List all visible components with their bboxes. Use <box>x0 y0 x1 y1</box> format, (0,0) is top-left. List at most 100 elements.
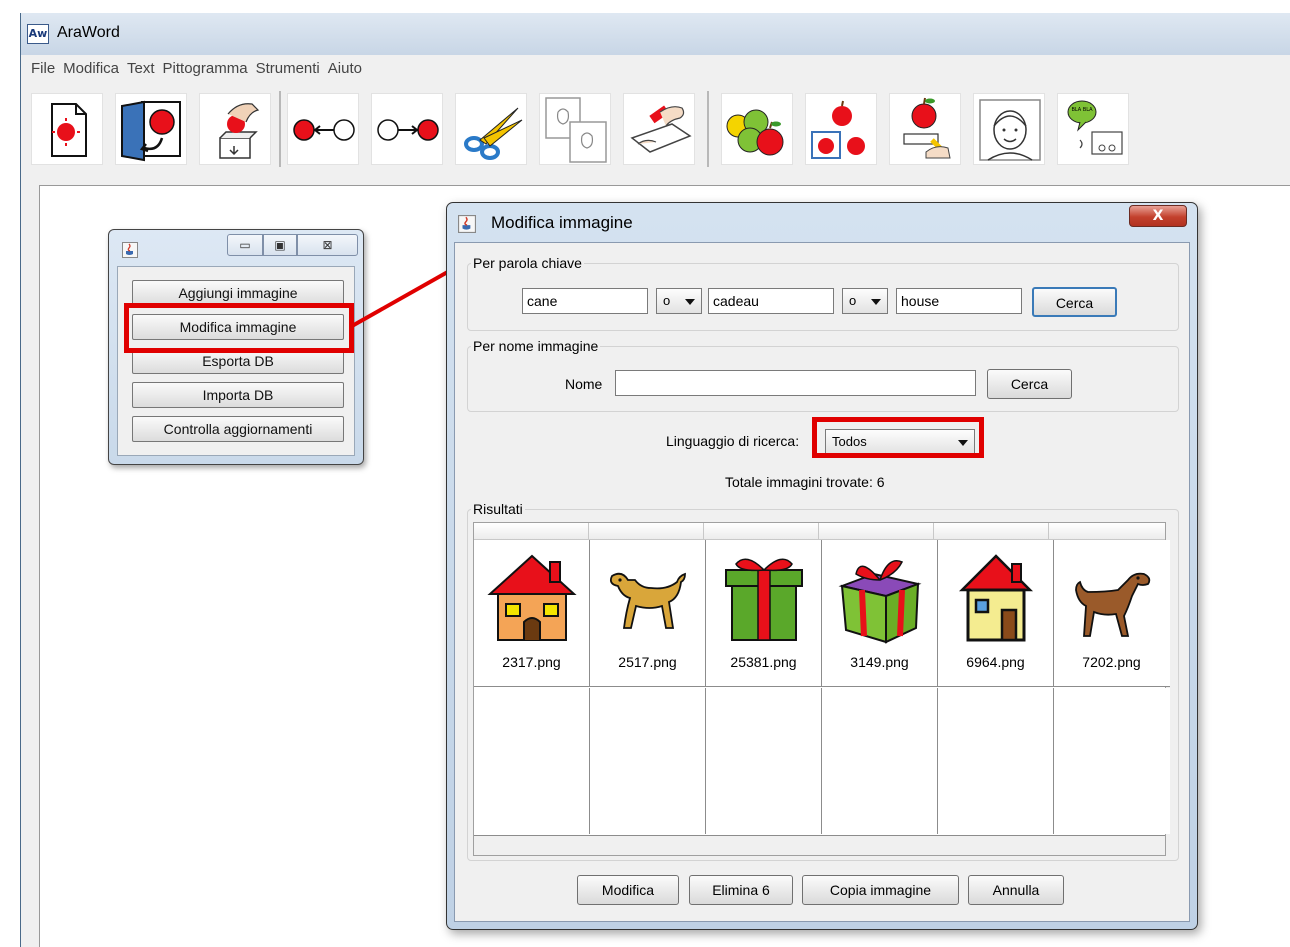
empty-result-cell <box>1054 688 1170 834</box>
table-header-cell <box>819 523 934 540</box>
app-title: AraWord <box>57 24 120 41</box>
check-updates-button[interactable]: Controlla aggiornamenti <box>132 416 344 442</box>
table-header-cell <box>704 523 819 540</box>
app-logo-icon: Aw <box>27 24 49 44</box>
pictogram-border-button[interactable] <box>805 93 877 165</box>
new-document-button[interactable] <box>31 93 103 165</box>
highlight-box-language <box>812 417 984 458</box>
close-button[interactable]: X <box>1129 205 1187 227</box>
menu-strumenti[interactable]: Strumenti <box>256 57 320 81</box>
copy-icon <box>545 97 607 163</box>
operator-value: o <box>663 293 671 308</box>
table-header-cell <box>1049 523 1164 540</box>
keyword-input-2[interactable]: cadeau <box>708 288 834 314</box>
empty-result-cell <box>474 688 590 834</box>
copy-button[interactable] <box>539 93 611 165</box>
gift-purple-icon <box>838 560 922 644</box>
save-icon <box>219 103 260 159</box>
operator-value: o <box>849 293 857 308</box>
operator-select-2[interactable]: o <box>842 288 888 314</box>
cancel-button[interactable]: Annulla <box>968 875 1064 905</box>
result-cell[interactable]: 3149.png <box>822 540 938 687</box>
keyword-input-1[interactable]: cane <box>522 288 648 314</box>
menu-modifica[interactable]: Modifica <box>63 57 119 81</box>
empty-result-cell <box>938 688 1054 834</box>
result-filename: 3149.png <box>850 654 909 670</box>
result-cell[interactable]: 25381.png <box>706 540 822 687</box>
speech-bubble-icon: BLA BLA <box>1067 100 1123 155</box>
svg-text:BLA BLA: BLA BLA <box>1071 107 1093 113</box>
operator-select-1[interactable]: o <box>656 288 702 314</box>
chevron-down-icon <box>871 299 881 305</box>
maximize-button[interactable]: ▣ <box>263 234 297 256</box>
redo-icon <box>377 119 439 141</box>
open-document-icon <box>121 100 181 162</box>
name-label: Nome <box>565 376 603 392</box>
horizontal-scrollbar[interactable] <box>474 835 1165 855</box>
delete-button[interactable]: Elimina 6 <box>689 875 793 905</box>
empty-result-cell <box>822 688 938 834</box>
empty-result-cell <box>590 688 706 834</box>
menu-aiuto[interactable]: Aiuto <box>328 57 362 81</box>
edit-image-dialog: Modifica immagine X Per parola chiave ca… <box>446 202 1198 930</box>
undo-icon <box>293 119 355 141</box>
scissors-icon <box>464 107 523 160</box>
paste-button[interactable] <box>623 93 695 165</box>
pictogram-color-button[interactable] <box>721 93 793 165</box>
face-pictogram-button[interactable] <box>973 93 1045 165</box>
save-button[interactable] <box>199 93 271 165</box>
language-label: Linguaggio di ricerca: <box>666 433 800 449</box>
menu-bar: File Modifica Text Pittogramma Strumenti… <box>21 57 1290 81</box>
result-cell[interactable]: 6964.png <box>938 540 1054 687</box>
empty-result-cell <box>706 688 822 834</box>
open-document-button[interactable] <box>115 93 187 165</box>
menu-file[interactable]: File <box>31 57 55 81</box>
table-header <box>474 523 1165 540</box>
copy-image-button[interactable]: Copia immagine <box>802 875 959 905</box>
keyword-section-label: Per parola chiave <box>471 255 584 271</box>
java-cup-icon <box>122 242 138 258</box>
toolbar-separator <box>707 91 709 167</box>
cut-button[interactable] <box>455 93 527 165</box>
menu-pittogramma[interactable]: Pittogramma <box>163 57 248 81</box>
import-db-button[interactable]: Importa DB <box>132 382 344 408</box>
edit-pictogram-button[interactable] <box>889 93 961 165</box>
keyword-search-button[interactable]: Cerca <box>1032 287 1117 317</box>
table-header-cell <box>934 523 1049 540</box>
name-search-button[interactable]: Cerca <box>987 369 1072 399</box>
java-cup-icon <box>458 215 476 233</box>
title-bar: Aw AraWord <box>21 13 1290 55</box>
result-filename: 6964.png <box>966 654 1025 670</box>
highlight-box-modify <box>124 303 354 353</box>
toolbar: BLA BLA <box>21 83 1290 181</box>
result-cell[interactable]: 7202.png <box>1054 540 1170 687</box>
result-cell[interactable]: 2517.png <box>590 540 706 687</box>
house-orange-icon <box>487 554 577 641</box>
dog-brown-icon <box>1075 572 1151 637</box>
gift-green-icon <box>725 558 803 641</box>
menu-text[interactable]: Text <box>127 57 155 81</box>
house-yellow-icon <box>958 554 1034 642</box>
new-document-icon <box>51 103 87 157</box>
face-icon <box>979 99 1041 161</box>
keyword-input-3[interactable]: house <box>896 288 1022 314</box>
modify-button[interactable]: Modifica <box>577 875 679 905</box>
result-filename: 2517.png <box>618 654 677 670</box>
table-header-cell <box>589 523 704 540</box>
glue-paste-icon <box>630 105 692 153</box>
results-table: 2317.png 2517.png 25381.png 3149.png 696… <box>473 522 1170 856</box>
image-name-input[interactable] <box>615 370 976 396</box>
undo-button[interactable] <box>287 93 359 165</box>
apples-border-icon <box>811 100 865 159</box>
chevron-down-icon <box>685 299 695 305</box>
redo-button[interactable] <box>371 93 443 165</box>
toolbar-separator <box>279 91 281 167</box>
result-filename: 2317.png <box>502 654 561 670</box>
results-section-label: Risultati <box>471 501 525 517</box>
minimize-button[interactable]: ▭ <box>227 234 263 256</box>
result-cell[interactable]: 2317.png <box>474 540 590 687</box>
read-aloud-button[interactable]: BLA BLA <box>1057 93 1129 165</box>
name-section-label: Per nome immagine <box>471 338 601 354</box>
edit-dialog-body: Per parola chiave cane o cadeau o house … <box>454 242 1190 922</box>
apple-pencil-icon <box>903 97 951 159</box>
